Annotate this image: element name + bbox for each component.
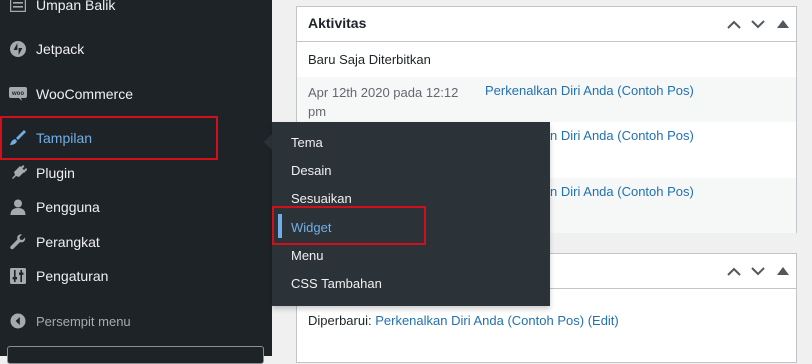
caret-up-icon	[777, 20, 789, 28]
tampilan-highlight-box	[0, 116, 218, 160]
chevron-up-icon	[727, 267, 741, 276]
collapse-menu-label: Persempit menu	[36, 313, 131, 329]
widget-highlight-box	[272, 206, 426, 245]
recently-published-label: Baru Saja Diterbitkan	[308, 52, 431, 67]
sidebar-item-pengguna[interactable]: Pengguna	[0, 190, 272, 224]
updated-line: Diperbarui: Perkenalkan Diri Anda (Conto…	[308, 313, 619, 328]
submenu-item-tema[interactable]: Tema	[291, 131, 323, 155]
user-icon	[9, 199, 27, 215]
submenu-item-menu[interactable]: Menu	[291, 244, 324, 268]
sidebar-item-perangkat[interactable]: Perangkat	[0, 225, 272, 259]
activity-panel-header: Aktivitas	[297, 7, 796, 42]
svg-text:woo: woo	[11, 91, 24, 97]
sidebar-item-label: Umpan Balik	[36, 0, 116, 13]
activity-panel-title: Aktivitas	[308, 15, 367, 31]
sidebar-item-woocommerce[interactable]: woo WooCommerce	[0, 77, 272, 111]
admin-sidebar: Umpan Balik Jetpack woo WooCommerce Tamp…	[0, 0, 272, 364]
sidebar-item-label: Plugin	[36, 165, 75, 181]
chevron-down-icon	[751, 19, 765, 28]
sidebar-item-label: Pengguna	[36, 199, 100, 215]
settings-icon	[9, 268, 27, 284]
move-up-button[interactable]	[724, 15, 744, 33]
post-date: Apr 12th 2020 pada 12:12 pm	[308, 85, 459, 119]
feedback-icon	[9, 0, 27, 13]
woocommerce-icon: woo	[9, 86, 27, 102]
post-link[interactable]: Perkenalkan Diri Anda (Contoh Pos)	[485, 83, 694, 98]
list-item: Apr 12th 2020 pada 12:12 pm Perkenalkan …	[297, 77, 796, 122]
sidebar-item-pengaturan[interactable]: Pengaturan	[0, 259, 272, 293]
submenu-item-desain[interactable]: Desain	[291, 159, 331, 183]
sidebar-item-umpan-balik[interactable]: Umpan Balik	[0, 0, 272, 22]
move-down-button[interactable]	[748, 15, 768, 33]
sidebar-item-label: Pengaturan	[36, 268, 109, 284]
sidebar-item-plugin[interactable]: Plugin	[0, 156, 272, 190]
edit-link[interactable]: (Edit)	[588, 313, 619, 328]
submenu-item-css-tambahan[interactable]: CSS Tambahan	[291, 272, 382, 296]
sidebar-item-label: Jetpack	[36, 41, 85, 57]
submenu-pointer	[264, 134, 272, 150]
updated-label: Diperbarui:	[308, 313, 372, 328]
move-up-button[interactable]	[724, 262, 744, 280]
chevron-down-icon	[751, 266, 765, 275]
sidebar-item-label: Perangkat	[36, 234, 100, 250]
toggle-panel-button[interactable]	[773, 262, 793, 280]
plugin-icon	[9, 165, 27, 181]
jetpack-icon	[9, 41, 27, 57]
chevron-up-icon	[727, 20, 741, 29]
sidebar-item-jetpack[interactable]: Jetpack	[0, 32, 272, 66]
sidebar-item-label: WooCommerce	[36, 86, 133, 102]
collapse-menu-button[interactable]: Persempit menu	[0, 304, 272, 338]
wrench-icon	[9, 234, 27, 250]
move-down-button[interactable]	[748, 262, 768, 280]
caret-up-icon	[777, 267, 789, 275]
collapse-arrow-icon	[9, 313, 27, 329]
updated-post-link[interactable]: Perkenalkan Diri Anda (Contoh Pos)	[375, 313, 584, 328]
toggle-panel-button[interactable]	[773, 15, 793, 33]
sidebar-bottom-field[interactable]	[7, 346, 264, 364]
